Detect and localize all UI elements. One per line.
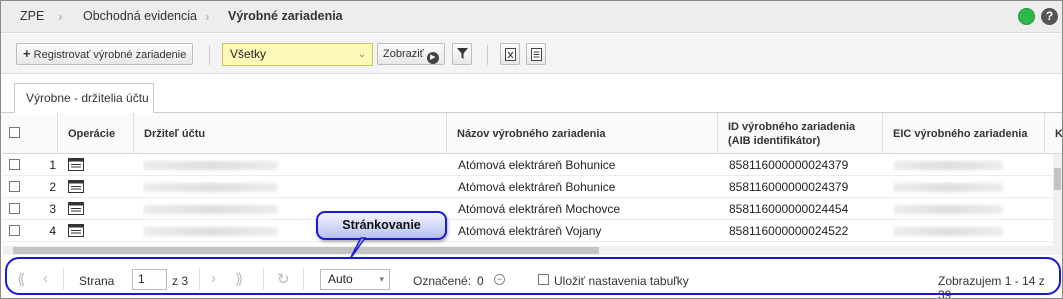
pager-divider [303, 268, 304, 290]
clear-marked-icon[interactable]: − [494, 274, 505, 285]
chevron-down-icon: ▾ [379, 274, 384, 284]
page-label: Strana [79, 274, 115, 288]
next-page-icon[interactable]: › [211, 270, 216, 287]
callout-pointer [349, 237, 367, 260]
app-window: ZPE › Obchodná evidencia › Výrobné zaria… [0, 0, 1063, 299]
page-size-value: Auto [328, 272, 353, 286]
page-count-label: z 3 [172, 274, 189, 288]
refresh-icon[interactable]: ↻ [277, 270, 290, 288]
pager-divider [199, 268, 200, 290]
save-table-settings-checkbox[interactable] [538, 274, 549, 285]
save-table-settings-label: Uložiť nastavenia tabuľky [554, 274, 689, 288]
pagination-bar: ⟪ ‹ Strana 1 z 3 › ⟫ ↻ Auto ▾ Označené: … [5, 257, 1061, 298]
marked-label: Označené: [413, 274, 472, 288]
marked-count: 0 [477, 274, 484, 288]
pager-divider [263, 268, 264, 290]
page-number-input[interactable]: 1 [132, 269, 167, 290]
page-size-select[interactable]: Auto ▾ [320, 269, 390, 290]
pager-divider [63, 268, 64, 290]
last-page-icon[interactable]: ⟫ [235, 270, 243, 288]
first-page-icon[interactable]: ⟪ [17, 270, 25, 288]
records-summary: Zobrazujem 1 - 14 z 39 [938, 274, 1045, 299]
previous-page-icon[interactable]: ‹ [43, 270, 48, 287]
